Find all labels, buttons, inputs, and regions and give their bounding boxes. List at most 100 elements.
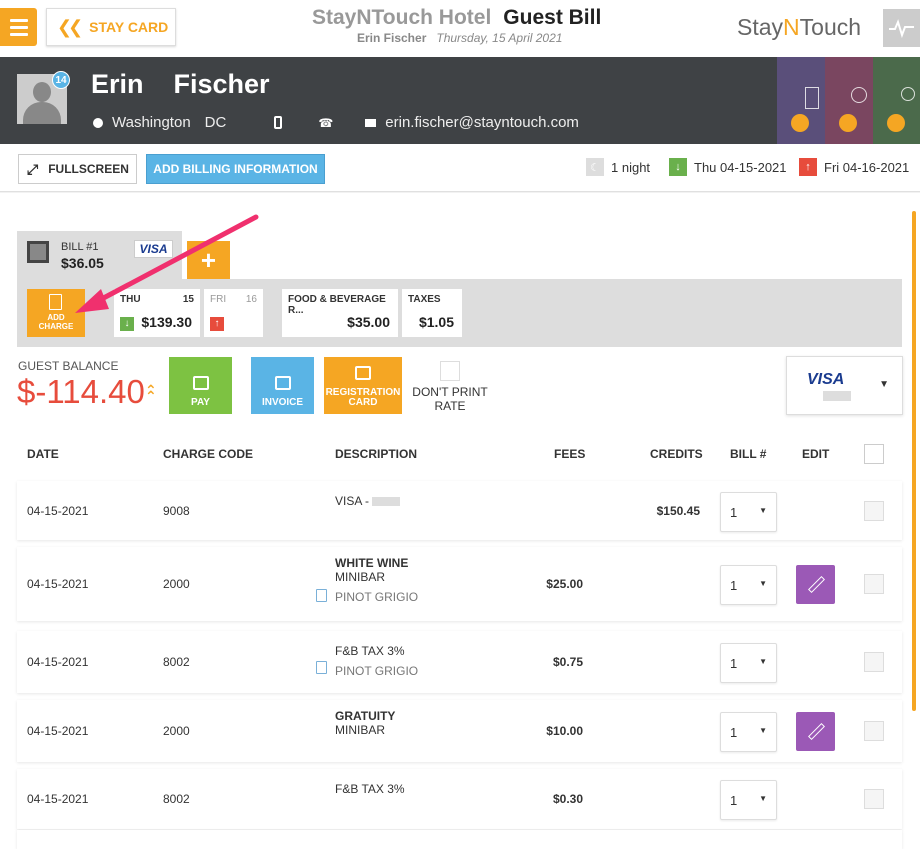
add-bill-button[interactable]: +	[187, 241, 230, 279]
action-bar: ⤢ FULLSCREEN ADD BILLING INFORMATION ☾ 1 n…	[0, 144, 920, 192]
table-row: 04-15-2021 2000 WHITE WINE MINIBAR PINOT G…	[17, 547, 902, 621]
guest-email[interactable]: erin.fischer@stayntouch.com	[385, 114, 579, 131]
bill-number-select[interactable]: 1 ▼	[720, 780, 777, 820]
scrollbar[interactable]	[912, 211, 916, 711]
row-checkbox[interactable]	[864, 721, 884, 741]
document-icon[interactable]	[316, 661, 327, 674]
double-chevron-left-icon: ❮❮	[57, 16, 83, 37]
guest-state: DC	[204, 114, 227, 131]
fee-amount: $0.75	[552, 655, 583, 669]
description-cell: F&B TAX 3%	[335, 782, 405, 796]
charge-date: 04-15-2021	[27, 504, 89, 518]
loyalty-badge: 14	[52, 71, 70, 89]
bill-number-select[interactable]: 1 ▼	[720, 643, 777, 683]
row-checkbox[interactable]	[864, 789, 884, 809]
globe-icon[interactable]	[825, 57, 873, 144]
caret-down-icon: ▼	[759, 579, 767, 588]
edit-charge-button[interactable]	[796, 712, 835, 751]
charge-description: VISA -	[335, 494, 401, 508]
masked-card-number	[372, 497, 401, 507]
bill-number-select[interactable]: 1 ▼	[720, 712, 777, 752]
description-cell: GRATUITY MINIBAR	[335, 709, 395, 737]
charge-description: F&B TAX 3%	[335, 782, 405, 796]
brand-logo: StayNTouch	[737, 14, 862, 40]
circles-icon[interactable]	[873, 57, 920, 144]
dont-print-rate-checkbox[interactable]	[440, 361, 460, 381]
description-cell: VISA -	[335, 494, 401, 508]
hamburger-icon[interactable]	[0, 8, 37, 46]
email-icon	[365, 118, 377, 127]
phone-icon[interactable]: ☎	[318, 116, 333, 130]
page-subtitle: Erin Fischer Thursday, 15 April 2021	[357, 31, 562, 45]
document-icon[interactable]	[316, 589, 327, 602]
charge-code: 2000	[163, 724, 190, 738]
pay-button[interactable]: PAY	[169, 357, 232, 414]
calculator-icon	[49, 294, 62, 310]
bill-amount: $36.05	[61, 255, 104, 271]
mobile-phone-icon[interactable]	[274, 116, 283, 129]
guest-city: Washington	[112, 114, 191, 131]
bill-number-select[interactable]: 1 ▼	[720, 565, 777, 605]
registration-card-button[interactable]: REGISTRATION CARD	[324, 357, 402, 414]
invoice-icon	[274, 376, 291, 390]
guest-balance-amount: $-114.40	[17, 373, 145, 410]
page-title: StayNTouch Hotel Guest Bill	[312, 6, 601, 30]
stay-card-back-button[interactable]: ❮❮ STAY CARD	[46, 8, 176, 46]
category-food-beverage[interactable]: FOOD & BEVERAGE R... $35.00	[282, 289, 398, 337]
credit-amount: $150.45	[656, 504, 700, 518]
visa-card-icon: VISA	[807, 371, 845, 388]
building-icon[interactable]	[777, 57, 825, 144]
payment-card-select[interactable]: VISA ▼	[786, 356, 903, 415]
chevron-up-icon[interactable]: ⌃ ⌃	[145, 383, 157, 403]
caret-down-icon: ▼	[759, 657, 767, 666]
charge-code: 8002	[163, 655, 190, 669]
charge-summary: ADD CHARGE THU 15 ↓ $139.30 FRI 16 ↑ FOOD &…	[17, 279, 902, 347]
caret-down-icon: ▼	[759, 726, 767, 735]
bill-content: BILL #1 $36.05 VISA + ADD CHARGE THU 15 ↓ …	[0, 193, 920, 849]
day-card-thu[interactable]: THU 15 ↓ $139.30	[114, 289, 200, 337]
pencil-icon	[808, 576, 825, 593]
table-row: 04-15-2021 2000 GRATUITY MINIBAR $10.00 1…	[17, 700, 902, 762]
magnifier-icon	[887, 114, 905, 132]
edit-charge-button[interactable]	[796, 565, 835, 604]
row-checkbox[interactable]	[864, 574, 884, 594]
charge-description: MINIBAR	[335, 723, 386, 737]
moon-icon: ☾	[586, 158, 604, 176]
row-checkbox[interactable]	[864, 501, 884, 521]
table-header: DATE CHARGE CODE DESCRIPTION FEES CREDIT…	[17, 435, 902, 473]
table-row: 04-15-2021 8002 F&B TAX 3% PINOT GRIGIO $…	[17, 631, 902, 693]
caret-down-icon: ▼	[879, 379, 889, 390]
invoice-button[interactable]: INVOICE	[251, 357, 314, 414]
day-total: $139.30	[141, 314, 192, 330]
departure-date: ↑ Fri 04-16-2021	[799, 158, 909, 176]
charge-description: F&B TAX 3%	[335, 644, 405, 658]
select-all-checkbox[interactable]	[864, 444, 884, 464]
last-name: Fischer	[173, 69, 270, 99]
add-billing-information-button[interactable]: ADD BILLING INFORMATION	[146, 154, 325, 184]
charge-title: GRATUITY	[335, 709, 396, 723]
caret-down-icon: ▼	[759, 506, 767, 515]
category-taxes[interactable]: TAXES $1.05	[402, 289, 462, 337]
fee-amount: $0.30	[552, 792, 583, 806]
dont-print-rate-label: DON'T PRINT RATE	[412, 385, 488, 413]
first-name: Erin	[91, 69, 144, 99]
hotel-name: StayNTouch Hotel	[312, 6, 492, 29]
add-charge-button[interactable]: ADD CHARGE	[27, 289, 85, 337]
stay-card-label: STAY CARD	[89, 19, 169, 35]
guest-photo-icon	[27, 241, 49, 263]
subtitle-guest-name: Erin Fischer	[357, 31, 427, 45]
guest-bill-title: Guest Bill	[503, 6, 602, 29]
charge-code: 9008	[163, 504, 190, 518]
location-pin-icon	[93, 117, 103, 128]
bill-tab[interactable]: BILL #1 $36.05 VISA	[17, 231, 182, 279]
description-cell: F&B TAX 3% PINOT GRIGIO	[335, 644, 418, 678]
bill-number-select[interactable]: 1 ▼	[720, 492, 777, 532]
activity-icon[interactable]	[883, 9, 920, 47]
day-card-fri[interactable]: FRI 16 ↑	[204, 289, 263, 337]
charge-code: 8002	[163, 792, 190, 806]
arrival-arrow-icon: ↓	[120, 317, 134, 331]
fee-amount: $10.00	[546, 724, 583, 738]
wallet-icon	[192, 376, 209, 390]
fullscreen-button[interactable]: ⤢ FULLSCREEN	[18, 154, 137, 184]
row-checkbox[interactable]	[864, 652, 884, 672]
